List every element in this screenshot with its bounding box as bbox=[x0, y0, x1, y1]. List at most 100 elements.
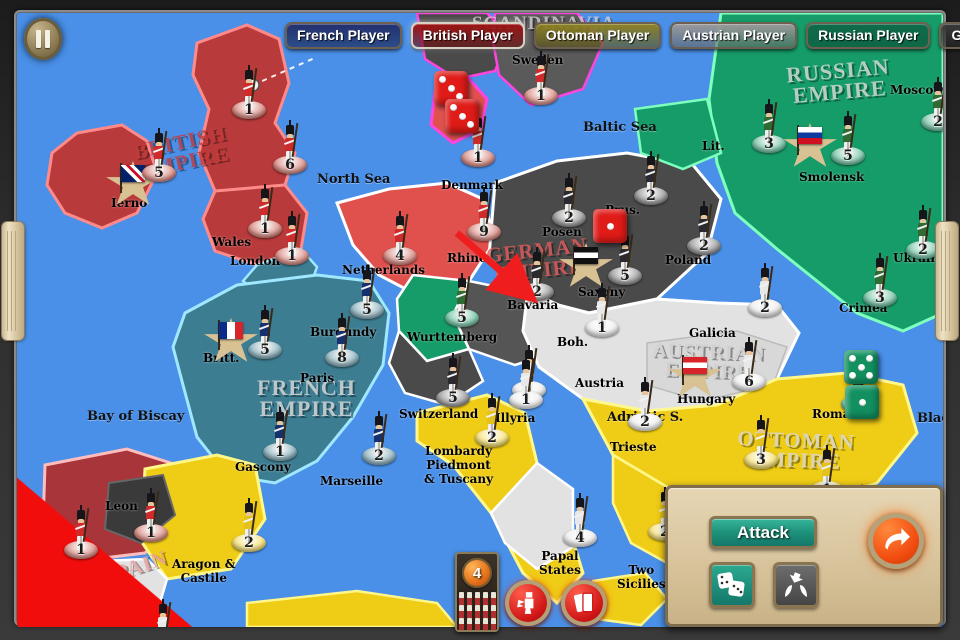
army-count: 5 bbox=[843, 148, 853, 164]
die-red-3 bbox=[445, 99, 479, 133]
army-token-netherlands[interactable]: 4 bbox=[380, 209, 420, 265]
army-token-poland[interactable]: 2 bbox=[684, 199, 724, 255]
player-tab-ottoman[interactable]: Ottoman Player bbox=[533, 21, 662, 49]
sea-label-2: Bay of Biscay bbox=[87, 409, 185, 424]
army-token-brittany[interactable]: 5 bbox=[245, 303, 285, 359]
army-token-switzerland[interactable]: 5 bbox=[433, 351, 473, 407]
flag-austrian bbox=[683, 357, 707, 374]
army-count: 2 bbox=[374, 448, 384, 464]
die-green-5 bbox=[844, 350, 878, 384]
army-count: 5 bbox=[260, 342, 270, 358]
army-token-scotland[interactable]: 1 bbox=[229, 63, 269, 119]
end-turn-button[interactable] bbox=[868, 513, 924, 569]
right-scroll-handle[interactable] bbox=[936, 222, 958, 340]
territory-label-posen: Posen bbox=[542, 225, 582, 239]
player-tab-german[interactable]: German Player bbox=[939, 21, 960, 49]
army-count: 9 bbox=[479, 224, 489, 240]
territory-label-paris: Paris bbox=[300, 371, 335, 385]
army-token-portugal[interactable]: 1 bbox=[143, 597, 183, 627]
territory-label-papal: Papal States bbox=[539, 549, 581, 577]
territory-label-marseille: Marseille bbox=[320, 474, 384, 488]
territory-label-trieste: Trieste bbox=[610, 440, 657, 454]
dice-settings-button[interactable] bbox=[709, 562, 755, 608]
sea-label-4: Black bbox=[917, 411, 943, 426]
army-token-bohemia[interactable]: 1 bbox=[582, 281, 622, 337]
army-token-aragon[interactable]: 2 bbox=[229, 496, 269, 552]
territory-label-switzerland: Switzerland bbox=[399, 407, 479, 421]
army-count: 6 bbox=[744, 374, 754, 390]
army-token-serbia[interactable]: 3 bbox=[741, 413, 781, 469]
flag-tricolour bbox=[219, 322, 243, 339]
reinforcement-troop-rows bbox=[457, 590, 497, 630]
left-scroll-handle[interactable] bbox=[2, 222, 24, 340]
action-panel: Attack bbox=[665, 485, 943, 627]
army-count: 1 bbox=[287, 248, 297, 264]
army-token-sweden[interactable]: 1 bbox=[521, 49, 561, 105]
army-token-rhine[interactable]: 9 bbox=[464, 185, 504, 241]
army-token-smolensk[interactable]: 5 bbox=[828, 109, 868, 165]
army-token-illyria[interactable]: 1 bbox=[506, 353, 546, 409]
cards-button[interactable] bbox=[561, 580, 607, 626]
army-token-hungary[interactable]: 6 bbox=[729, 335, 769, 391]
territory-label-lithuania: Lit. bbox=[702, 139, 725, 153]
army-count: 5 bbox=[154, 165, 164, 181]
army-count: 2 bbox=[933, 114, 943, 130]
army-token-crimea[interactable]: 3 bbox=[860, 251, 900, 307]
army-count: 1 bbox=[244, 102, 254, 118]
army-token-denmark-n[interactable]: 6 bbox=[270, 118, 310, 174]
player-tab-russian[interactable]: Russian Player bbox=[806, 21, 931, 49]
army-token-paris[interactable]: 8 bbox=[322, 311, 362, 367]
soldier-figure bbox=[157, 599, 172, 627]
army-count: 6 bbox=[285, 157, 295, 173]
army-count: 1 bbox=[473, 150, 483, 166]
territory-label-rhine: Rhine bbox=[447, 251, 487, 265]
army-token-gascony[interactable]: 1 bbox=[260, 405, 300, 461]
army-count: 2 bbox=[244, 535, 254, 551]
army-token-bavaria[interactable]: 2 bbox=[517, 245, 557, 301]
army-count: 4 bbox=[395, 248, 405, 264]
player-tab-british[interactable]: British Player bbox=[410, 21, 525, 49]
sea-label-0: North Sea bbox=[317, 172, 391, 187]
territory-label-smolensk: Smolensk bbox=[799, 170, 865, 184]
army-count: 1 bbox=[275, 444, 285, 460]
army-count: 1 bbox=[146, 525, 156, 541]
army-count: 3 bbox=[756, 452, 766, 468]
army-count: 3 bbox=[764, 136, 774, 152]
pause-button[interactable] bbox=[24, 18, 62, 60]
army-token-lithuania[interactable]: 3 bbox=[749, 97, 789, 153]
reinforce-button[interactable] bbox=[505, 580, 551, 626]
player-tab-french[interactable]: French Player bbox=[285, 21, 402, 49]
army-count: 2 bbox=[487, 430, 497, 446]
army-count: 2 bbox=[646, 188, 656, 204]
territory-cards-icon bbox=[573, 592, 594, 613]
pause-icon-bar-left bbox=[36, 30, 41, 48]
player-tab-austrian[interactable]: Austrian Player bbox=[670, 21, 798, 49]
sea-label-1: Baltic Sea bbox=[583, 120, 657, 135]
capital-marker-austrian[interactable] bbox=[667, 353, 723, 399]
territory-label-twosicilies: Two Sicilies bbox=[617, 563, 666, 591]
army-token-ireland[interactable]: 5 bbox=[139, 126, 179, 182]
troop-transfer-button[interactable] bbox=[773, 562, 819, 608]
army-count: 2 bbox=[760, 300, 770, 316]
army-token-leon[interactable]: 1 bbox=[131, 486, 171, 542]
army-token-trieste[interactable]: 2 bbox=[625, 375, 665, 431]
army-token-papal[interactable]: 4 bbox=[560, 491, 600, 547]
army-count: 1 bbox=[536, 88, 546, 104]
territory-label-austria: Austria bbox=[575, 376, 624, 390]
army-token-prussia[interactable]: 2 bbox=[631, 149, 671, 205]
army-token-marseille[interactable]: 2 bbox=[359, 409, 399, 465]
reinforcement-counter[interactable]: 4 bbox=[455, 552, 499, 632]
attack-button[interactable]: Attack bbox=[709, 516, 817, 549]
territory-label-poland: Poland bbox=[665, 253, 712, 267]
army-token-galicia[interactable]: 2 bbox=[745, 261, 785, 317]
army-token-moscow[interactable]: 2 bbox=[918, 75, 943, 131]
flag-prussian bbox=[574, 247, 598, 264]
army-count: 2 bbox=[532, 284, 542, 300]
game-screen: BRITISH EMPIREFRENCH EMPIREGERMAN EMPIRE… bbox=[0, 0, 960, 640]
army-token-wurttemberg[interactable]: 5 bbox=[442, 271, 482, 327]
territory-label-lombardy: Lombardy Piedmont & Tuscany bbox=[424, 444, 494, 486]
army-token-morocco[interactable]: 1 bbox=[61, 503, 101, 559]
army-token-london[interactable]: 1 bbox=[272, 209, 312, 265]
territory-label-bohemia: Boh. bbox=[557, 335, 589, 349]
army-token-posen[interactable]: 2 bbox=[549, 171, 589, 227]
